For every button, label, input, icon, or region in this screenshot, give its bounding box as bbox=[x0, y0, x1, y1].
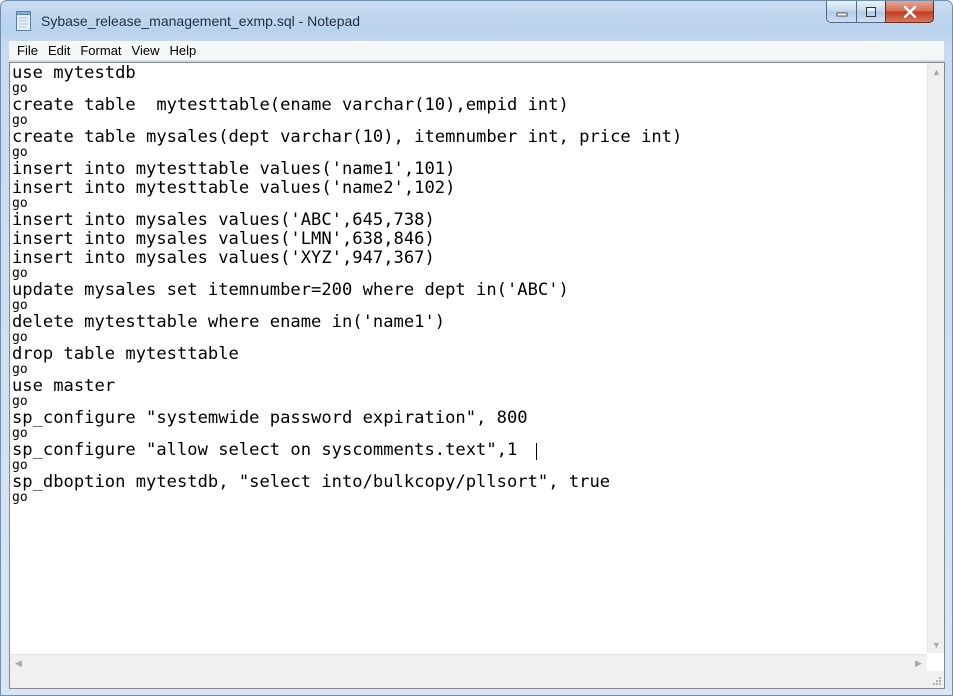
code-line: go bbox=[12, 394, 28, 409]
editor-area[interactable]: use mytestdb go create table mytesttable… bbox=[9, 62, 945, 689]
close-icon bbox=[903, 5, 916, 18]
minimize-button[interactable] bbox=[826, 1, 857, 23]
notepad-icon bbox=[16, 11, 31, 31]
code-line: delete mytesttable where ename in('name1… bbox=[12, 312, 446, 331]
scroll-down-icon[interactable]: ▼ bbox=[928, 636, 944, 653]
bottom-strip bbox=[10, 671, 944, 688]
minimize-icon bbox=[836, 12, 847, 16]
close-button[interactable] bbox=[885, 1, 934, 23]
scroll-up-icon[interactable]: ▲ bbox=[928, 63, 944, 80]
code-line: insert into mysales values('XYZ',947,367… bbox=[12, 248, 435, 267]
horizontal-scrollbar[interactable]: ◀ ▶ bbox=[10, 654, 927, 671]
code-line: go bbox=[12, 196, 28, 211]
resize-grip-icon[interactable] bbox=[930, 674, 942, 686]
window-title: Sybase_release_management_exmp.sql - Not… bbox=[41, 13, 361, 29]
code-line: drop table mytesttable bbox=[12, 344, 239, 363]
code-line: insert into mytesttable values('name1',1… bbox=[12, 159, 456, 178]
code-line: go bbox=[12, 330, 28, 345]
scroll-left-icon[interactable]: ◀ bbox=[10, 655, 27, 672]
code-line: sp_configure "systemwide password expira… bbox=[12, 408, 528, 427]
scroll-right-icon[interactable]: ▶ bbox=[910, 655, 927, 672]
code-line: insert into mysales values('ABC',645,738… bbox=[12, 210, 435, 229]
menu-format[interactable]: Format bbox=[75, 41, 126, 61]
text-content[interactable]: use mytestdb go create table mytesttable… bbox=[12, 63, 924, 653]
maximize-button[interactable] bbox=[856, 1, 886, 23]
code-line: sp_configure "allow select on syscomment… bbox=[12, 440, 518, 459]
code-line: go bbox=[12, 298, 28, 313]
menu-file[interactable]: File bbox=[12, 41, 43, 61]
code-line: insert into mysales values('LMN',638,846… bbox=[12, 229, 435, 248]
code-line: go bbox=[12, 113, 28, 128]
title-bar[interactable]: Sybase_release_management_exmp.sql - Not… bbox=[1, 1, 952, 41]
code-line: go bbox=[12, 266, 28, 281]
code-line: create table mysales(dept varchar(10), i… bbox=[12, 127, 683, 146]
menu-view[interactable]: View bbox=[127, 41, 165, 61]
code-line: go bbox=[12, 145, 28, 160]
code-line: create table mytesttable(ename varchar(1… bbox=[12, 95, 569, 114]
menu-edit[interactable]: Edit bbox=[43, 41, 75, 61]
menu-bar: File Edit Format View Help bbox=[9, 41, 944, 61]
code-line: go bbox=[12, 362, 28, 377]
menu-help[interactable]: Help bbox=[164, 41, 201, 61]
code-line: go bbox=[12, 81, 28, 96]
code-line: use mytestdb bbox=[12, 63, 136, 82]
code-line: go bbox=[12, 426, 28, 441]
code-line: sp_dboption mytestdb, "select into/bulkc… bbox=[12, 472, 611, 491]
code-line: insert into mytesttable values('name2',1… bbox=[12, 178, 456, 197]
code-line: go bbox=[12, 490, 28, 505]
maximize-icon bbox=[866, 6, 876, 17]
vertical-scrollbar[interactable]: ▲ ▼ bbox=[927, 63, 944, 653]
text-caret bbox=[536, 443, 537, 460]
notepad-window: Sybase_release_management_exmp.sql - Not… bbox=[0, 0, 953, 696]
code-line: update mysales set itemnumber=200 where … bbox=[12, 280, 569, 299]
code-line: go bbox=[12, 458, 28, 473]
code-line: use master bbox=[12, 376, 116, 395]
